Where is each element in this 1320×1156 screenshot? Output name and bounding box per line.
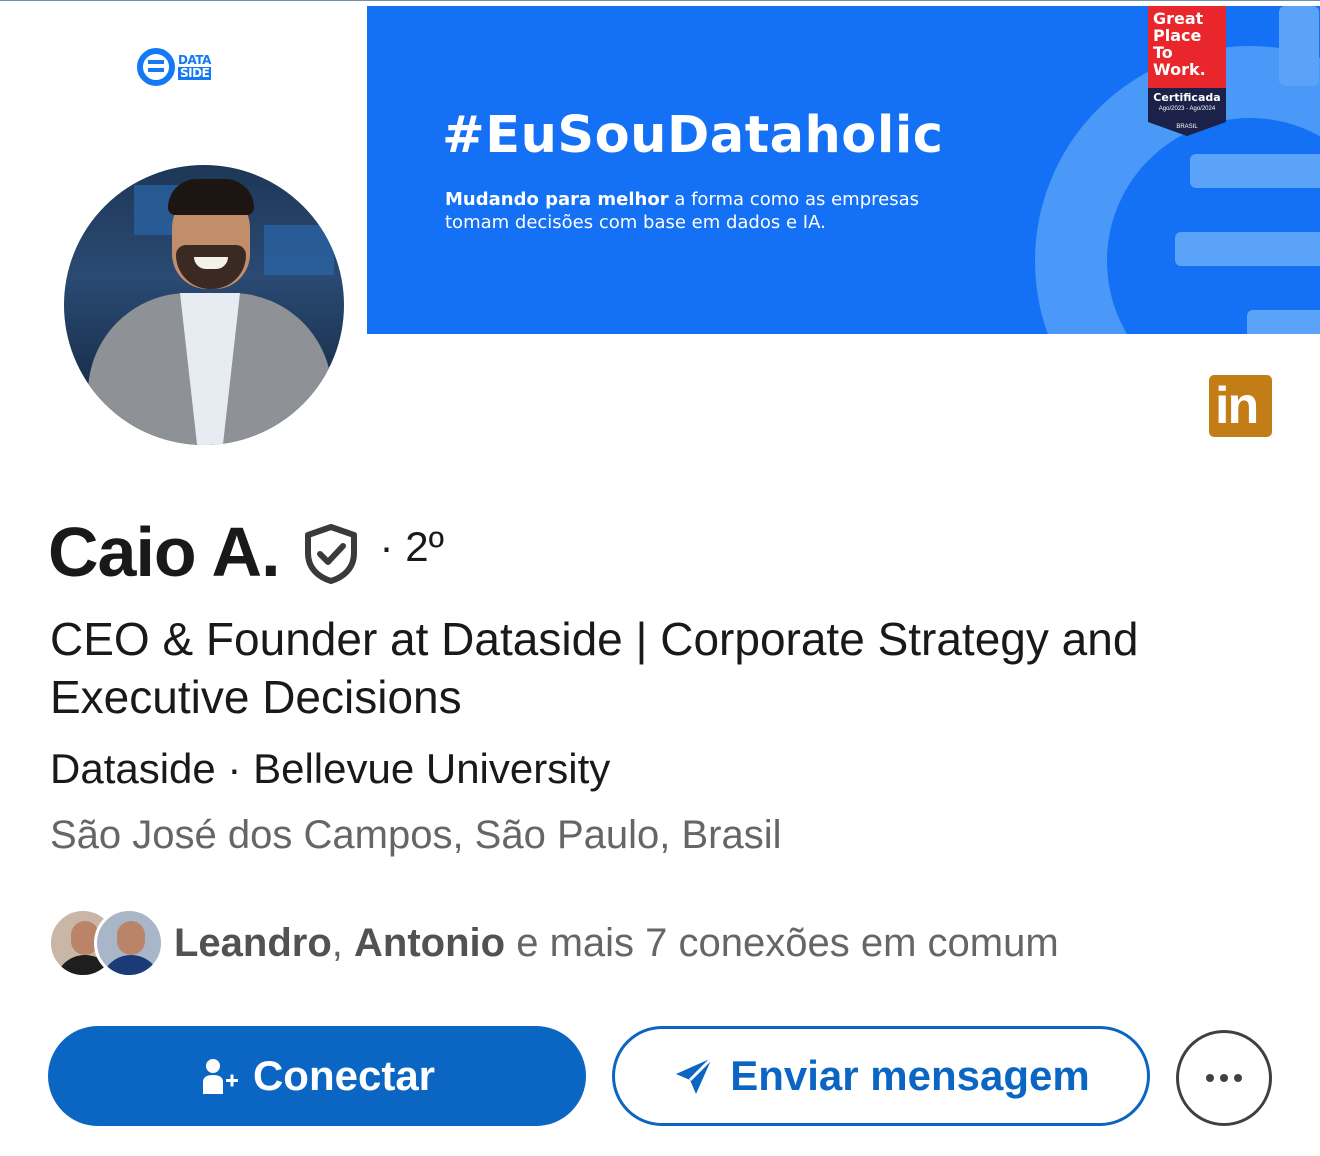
profile-name: Caio A. — [48, 513, 281, 591]
connect-button-label: Conectar — [252, 1052, 436, 1099]
banner-hashtag: #EuSouDataholic — [442, 106, 944, 165]
mutual-avatar — [94, 908, 164, 978]
profile-location: São José dos Campos, São Paulo, Brasil — [50, 813, 782, 857]
avatar-hair — [168, 179, 254, 215]
mutual-connections[interactable]: Leandro, Antonio e mais 7 conexões em co… — [48, 908, 1059, 978]
gptw-country: BRASIL — [1176, 124, 1198, 130]
banner-bar-graphic — [1190, 154, 1320, 188]
banner-subtitle-rest: a forma como as empresas — [668, 189, 920, 210]
degree-value: 2º — [405, 523, 444, 570]
mutual-name-2: Antonio — [354, 921, 506, 965]
banner-subtitle-bold: Mudando para melhor — [445, 189, 669, 210]
gptw-period: Ago/2023 - Ago/2024 — [1158, 106, 1216, 112]
great-place-to-work-badge: Great Place To Work. Certificada Ago/202… — [1148, 6, 1226, 136]
linkedin-icon-text: in — [1215, 377, 1259, 435]
send-message-button[interactable]: Enviar mensagem — [612, 1026, 1150, 1126]
profile-banner[interactable]: #EuSouDataholic Mudando para melhor a fo… — [367, 6, 1320, 334]
connection-degree: · 2º — [380, 523, 444, 571]
add-person-icon — [199, 1056, 239, 1096]
more-options-button[interactable] — [1176, 1030, 1272, 1126]
send-message-button-label: Enviar mensagem — [730, 1052, 1090, 1099]
connect-button[interactable]: Conectar — [48, 1026, 586, 1126]
gptw-line3: To — [1153, 43, 1173, 62]
send-icon — [672, 1054, 716, 1098]
banner-subtitle: Mudando para melhor a forma como as empr… — [445, 188, 1005, 234]
dataside-logo-icon — [137, 48, 175, 86]
banner-bar-graphic — [1175, 232, 1320, 266]
more-options-icon — [1206, 1074, 1242, 1082]
banner-bar-graphic — [1279, 6, 1319, 86]
gptw-line4: Work. — [1153, 60, 1206, 79]
avatar-bg-shape — [264, 225, 334, 275]
gptw-line1: Great — [1153, 9, 1204, 28]
profile-avatar[interactable] — [60, 161, 348, 449]
profile-headline: CEO & Founder at Dataside | Corporate St… — [50, 613, 1139, 723]
dataside-logo: DATA SIDE — [137, 48, 211, 86]
banner-subtitle-line2: tomam decisões com base em dados e IA. — [445, 212, 826, 233]
degree-separator: · — [379, 523, 394, 570]
gptw-line2: Place — [1153, 26, 1202, 45]
verified-shield-icon[interactable] — [302, 523, 360, 585]
logo-text-line2: SIDE — [178, 66, 212, 80]
mutual-separator: , — [331, 921, 355, 965]
banner-bar-graphic — [1247, 310, 1320, 334]
profile-name-row: Caio A. · 2º — [48, 512, 444, 592]
mutual-connections-text: Leandro, Antonio e mais 7 conexões em co… — [174, 918, 1059, 968]
linkedin-icon: in — [1209, 375, 1272, 437]
profile-organizations[interactable]: Dataside · Bellevue University — [50, 744, 610, 794]
mutual-name-1: Leandro — [174, 921, 332, 965]
mutual-rest: e mais 7 conexões em comum — [505, 921, 1059, 965]
gptw-certified: Certificada — [1153, 91, 1221, 104]
